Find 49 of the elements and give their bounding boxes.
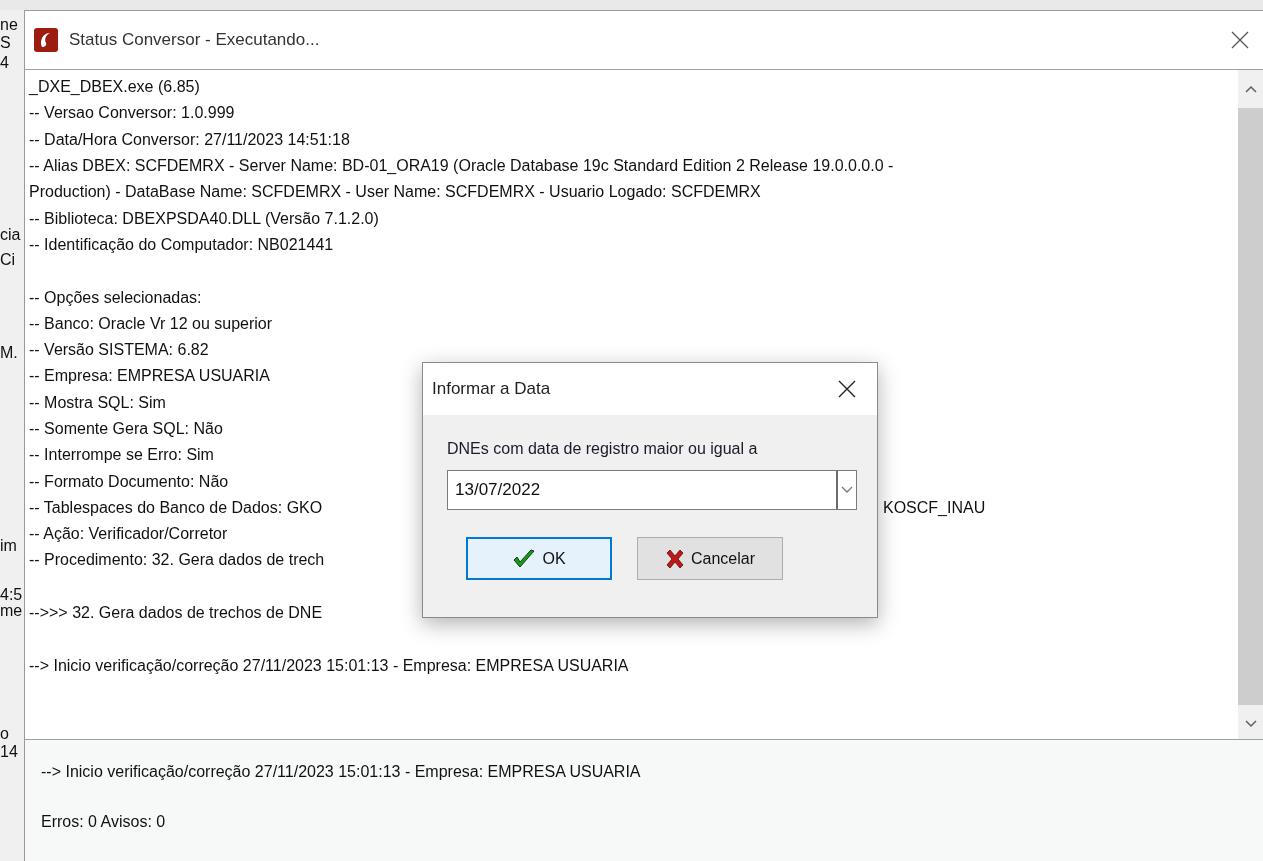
log-line: -- Biblioteca: DBEXPSDA40.DLL (Versão 7.1.2.0) [29, 208, 379, 229]
cut-off-text: Ci [0, 251, 16, 269]
checkmark-icon [512, 547, 537, 570]
cut-off-text: cia [0, 226, 21, 244]
scroll-up-icon[interactable] [1244, 84, 1257, 94]
log-line: -- Interrompe se Erro: Sim [29, 445, 214, 466]
cut-off-text: 14 [0, 743, 18, 761]
dropdown-caret-icon[interactable] [841, 486, 853, 494]
date-value: 13/07/2022 [454, 479, 542, 502]
cut-off-text: 4 [0, 54, 9, 72]
cut-off-text: o [0, 725, 9, 743]
app-icon [33, 27, 59, 53]
cancel-button[interactable]: Cancelar [637, 537, 783, 580]
log-line: -->>> 32. Gera dados de trechos de DNE [29, 603, 323, 624]
log-line: -- Banco: Oracle Vr 12 ou superior [29, 313, 273, 334]
close-icon[interactable] [1231, 31, 1249, 49]
log-line: -- Identificação do Computador: NB021441 [29, 234, 334, 255]
log-line: -- Alias DBEX: SCFDEMRX - Server Name: BD-01_ORA19 (Oracle Database 19c Standard Edition 2 Release 19.0.0.0.0 - [29, 156, 894, 177]
cut-off-text: S [0, 34, 11, 52]
log-line: -- Versão SISTEMA: 6.82 [29, 340, 209, 361]
log-line: -- Somente Gera SQL: Não [29, 419, 223, 439]
log-line: -- Procedimento: 32. Gera dados de trech [29, 550, 325, 571]
x-mark-icon [665, 548, 685, 569]
window-title: Status Conversor - Executando... [69, 29, 320, 52]
status-text: Erros: 0 Avisos: 0 [41, 812, 167, 832]
log-line: -- Empresa: EMPRESA USUARIA [29, 366, 270, 387]
scroll-down-icon[interactable] [1244, 719, 1257, 729]
log-line: -- Formato Documento: Não [29, 471, 229, 492]
close-icon[interactable] [838, 380, 856, 398]
log-line: --> Inicio verificação/correção 27/11/2023 15:01:13 - Empresa: EMPRESA USUARIA [29, 655, 629, 676]
log-line: -- Tablespaces do Banco de Dados: GKO [29, 497, 324, 518]
log-line: KOSCF_INAU [883, 497, 986, 518]
log-line: -- Mostra SQL: Sim [29, 392, 166, 413]
log-line: Production) - DataBase Name: SCFDEMRX - User Name: SCFDEMRX - Usuario Logado: SCFDEMRX [29, 182, 761, 203]
field-label: DNEs com data de registro maior ou igual a [447, 439, 759, 459]
log-line: -- Opções selecionadas: [29, 287, 202, 308]
ok-button[interactable]: OK [466, 537, 612, 580]
cut-off-text: ne [0, 16, 18, 34]
dialog-title: Informar a Data [432, 378, 551, 401]
log-line: -- Data/Hora Conversor: 27/11/2023 14:51:18 [29, 129, 350, 150]
cut-off-text: M. [0, 344, 18, 362]
cut-off-text: me [0, 602, 23, 620]
cut-off-text: 4:5 [0, 586, 23, 604]
status-text: --> Inicio verificação/correção 27/11/2023 15:01:13 - Empresa: EMPRESA USUARIA [41, 762, 642, 782]
log-line: _DXE_DBEX.exe (6.85) [29, 77, 200, 98]
log-line: -- Versao Conversor: 1.0.999 [29, 103, 235, 124]
date-combobox[interactable]: 13/07/2022 [447, 470, 857, 510]
log-line: -- Ação: Verificador/Corretor [29, 524, 228, 545]
cut-off-text: im [0, 537, 17, 555]
